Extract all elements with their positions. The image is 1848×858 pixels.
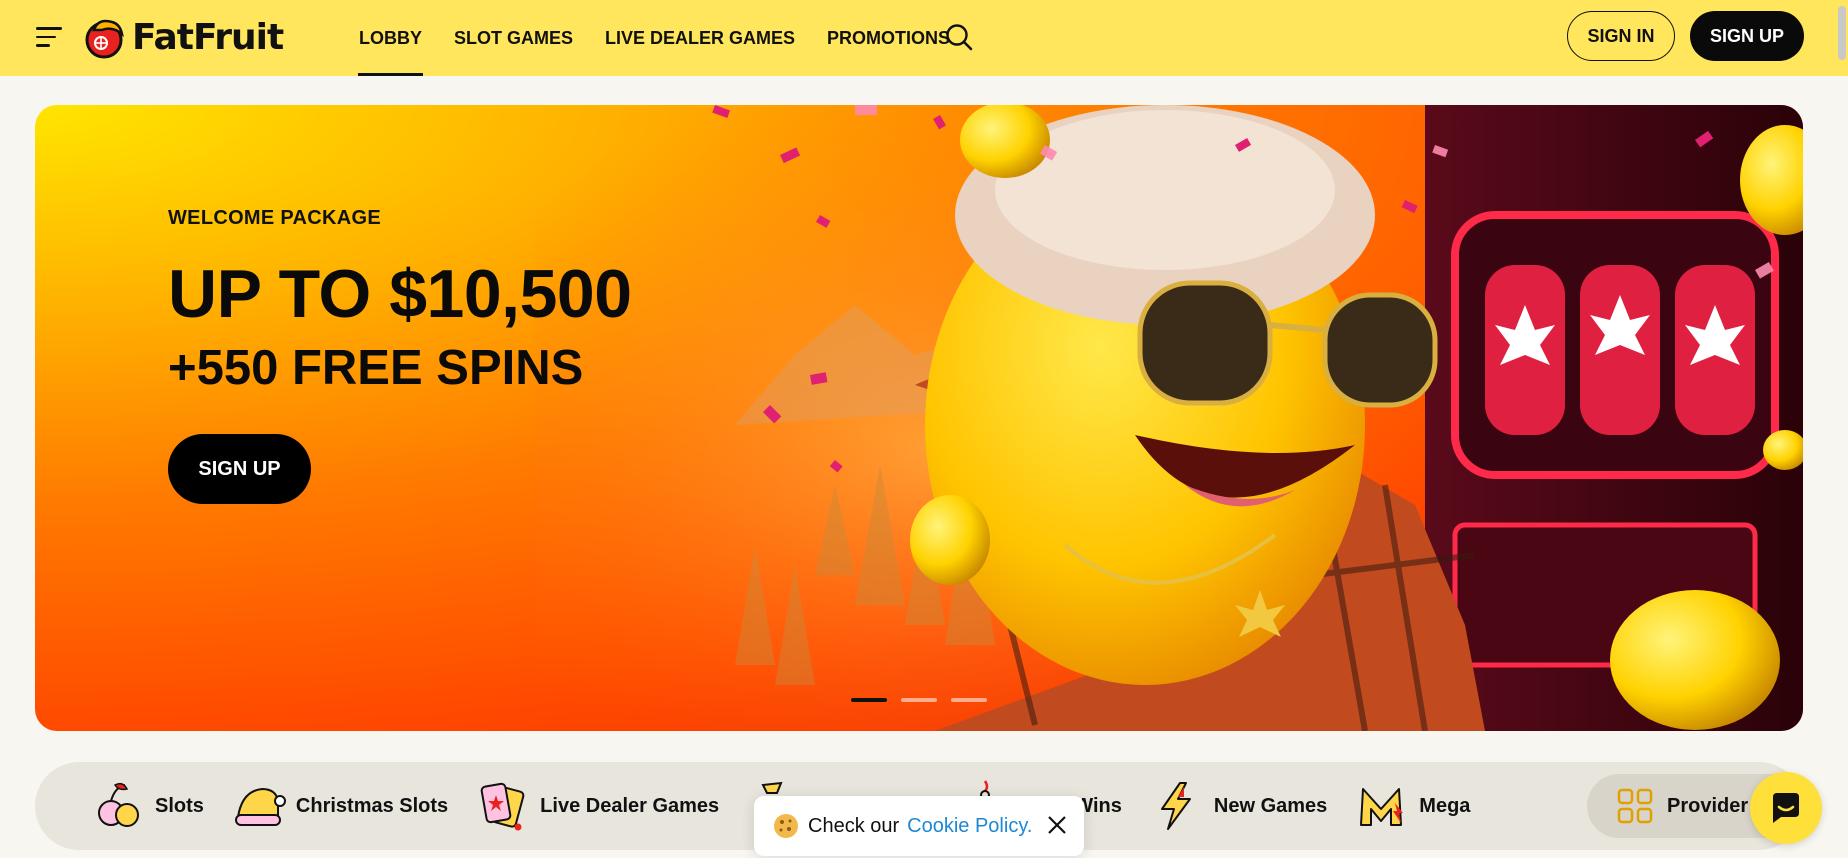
carousel-dots	[851, 698, 987, 702]
category-label: New Games	[1213, 794, 1328, 817]
category-label: Mega	[1419, 794, 1471, 817]
santa-hat-icon	[234, 787, 286, 826]
mega-m-icon	[1360, 788, 1404, 826]
category-mega[interactable]: Mega	[1355, 762, 1470, 850]
cookie-text: Check our	[808, 814, 900, 837]
category-slots[interactable]: Slots	[91, 762, 204, 850]
hamburger-menu-icon[interactable]	[36, 24, 64, 50]
live-chat-button[interactable]	[1750, 772, 1822, 844]
nav-promotions[interactable]: PROMOTIONS	[826, 0, 951, 76]
main-nav: LOBBY SLOT GAMES LIVE DEALER GAMES PROMO…	[358, 0, 981, 76]
carousel-dot-1[interactable]	[851, 698, 887, 702]
hero-kicker: WELCOME PACKAGE	[168, 207, 382, 229]
sign-up-button[interactable]: SIGN UP	[1690, 11, 1804, 61]
nav-slot-games[interactable]: SLOT GAMES	[453, 0, 574, 76]
nav-lobby[interactable]: LOBBY	[358, 0, 423, 76]
hero-text-block: WELCOME PACKAGE UP TO $10,500 +550 FREE …	[168, 207, 632, 393]
hero-subtitle: +550 FREE SPINS	[168, 341, 584, 395]
nav-live-dealer-games[interactable]: LIVE DEALER GAMES	[604, 0, 796, 76]
category-label: Slots	[155, 794, 204, 817]
category-label: Live Dealer Games	[540, 794, 720, 817]
hero-banner[interactable]: WELCOME PACKAGE UP TO $10,500 +550 FREE …	[35, 105, 1803, 731]
cookie-notice: Check our Cookie Policy.	[754, 796, 1084, 856]
carousel-dot-2[interactable]	[901, 698, 937, 702]
hero-title: UP TO $10,500	[168, 256, 632, 332]
lightning-icon	[1160, 782, 1191, 830]
cookie-policy-link[interactable]: Cookie Policy.	[907, 815, 1032, 838]
scrollbar-thumb[interactable]	[1838, 6, 1846, 60]
grid-icon	[1617, 788, 1653, 824]
logo-text: FatFruit	[132, 16, 284, 58]
site-logo[interactable]: FatFruit	[82, 14, 284, 60]
category-christmas-slots[interactable]: Christmas Slots	[232, 762, 448, 850]
providers-label: Provider	[1667, 794, 1749, 817]
top-header: FatFruit LOBBY SLOT GAMES LIVE DEALER GA…	[0, 0, 1848, 76]
search-icon[interactable]	[944, 22, 974, 52]
carousel-dot-3[interactable]	[951, 698, 987, 702]
category-live-dealer-games[interactable]: Live Dealer Games	[476, 762, 719, 850]
hero-sign-up-button[interactable]: SIGN UP	[168, 434, 311, 504]
category-new-games[interactable]: New Games	[1150, 762, 1327, 850]
page-scrollbar[interactable]	[1836, 0, 1848, 858]
close-icon[interactable]	[1046, 814, 1068, 836]
cookie-icon	[774, 814, 798, 838]
hero-illustration	[535, 105, 1803, 731]
playing-cards-icon	[480, 782, 525, 831]
chat-bubble-icon	[1773, 793, 1799, 823]
sign-in-button[interactable]: SIGN IN	[1567, 11, 1675, 61]
category-label: Christmas Slots	[295, 794, 449, 817]
fruit-logo-icon	[85, 19, 124, 59]
cherries-icon	[98, 782, 139, 827]
